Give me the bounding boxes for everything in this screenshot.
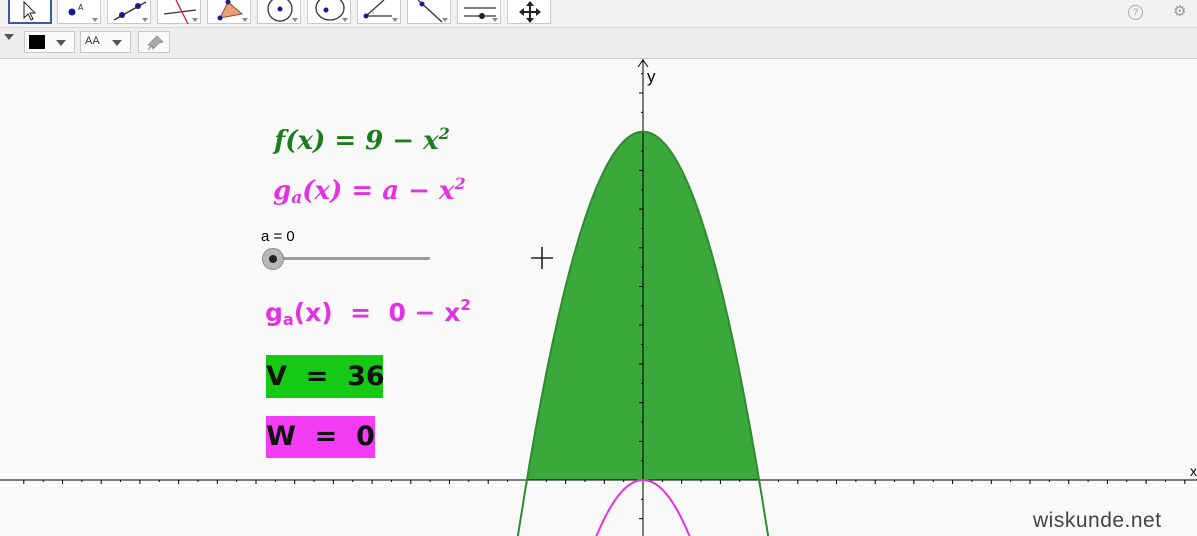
ellipse-tool-button[interactable] [307,0,351,24]
angle-tool-button[interactable] [357,0,401,24]
svg-text:A: A [78,3,84,12]
toolbar: A ? ⚙ [0,0,1197,28]
color-swatch [29,35,45,49]
move-tool-icon [23,0,37,21]
slider-a-track[interactable] [273,257,430,260]
crosshair-cursor-icon [531,247,553,269]
g-value-text[interactable]: ga(x) = 0 − x2 [265,296,471,329]
g-formula[interactable]: ga(x) = a − x2 [273,174,466,208]
gear-icon[interactable]: ⚙ [1173,2,1186,20]
perpendicular-line-tool-button[interactable] [157,0,201,24]
line-tool-button[interactable] [107,0,151,24]
move-graphics-view-button[interactable] [507,0,551,24]
text-style-icon: AA [85,35,100,47]
pin-icon [147,35,164,51]
function-plot [0,59,1197,536]
move-tool-button[interactable] [8,0,52,24]
help-icon[interactable]: ? [1128,5,1143,20]
slider-tool-button[interactable] [457,0,501,24]
slider-label: a = 0 [261,228,295,245]
area-w-label[interactable]: W = 0 [266,416,375,458]
stylebar-toggle-icon[interactable] [4,34,14,40]
x-axis-label: x [1190,463,1197,479]
polygon-tool-button[interactable] [207,0,251,24]
pin-button[interactable] [138,31,170,53]
graphics-view[interactable]: y x f(x) = 9 − x2 ga(x) = a − x2 a = 0 g… [0,59,1197,536]
style-bar: AA [0,28,1197,59]
move-graphics-view-tool-icon [519,1,541,23]
watermark: wiskunde.net [1033,509,1162,532]
y-axis-label: y [647,67,656,86]
point-tool-button[interactable]: A [57,0,101,24]
slider-a-handle[interactable] [262,248,284,270]
f-formula[interactable]: f(x) = 9 − x2 [274,124,450,156]
chevron-down-icon [56,40,66,46]
reflect-tool-button[interactable] [407,0,451,24]
text-style-button[interactable]: AA [80,31,131,53]
color-picker-button[interactable] [24,31,75,53]
chevron-down-icon [112,40,122,46]
circle-tool-button[interactable] [257,0,301,24]
area-v-label[interactable]: V = 36 [266,355,385,398]
